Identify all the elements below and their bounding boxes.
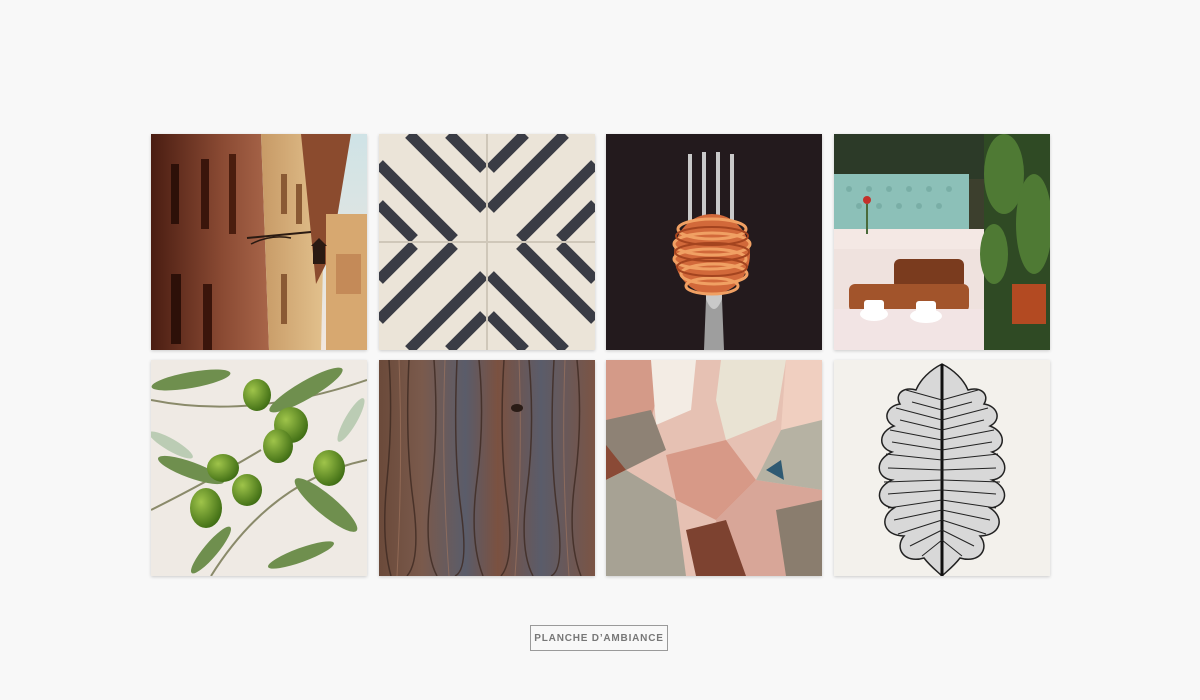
olive-photo [151,360,367,576]
image-tile-leaf[interactable] [833,360,1050,576]
cement-tile-photo [378,134,595,350]
abstract-painting [606,360,823,576]
image-tile-tiles[interactable] [378,134,595,350]
image-tile-restaurant[interactable] [833,134,1050,350]
image-tile-spaghetti[interactable] [606,134,823,350]
restaurant-photo [833,134,1050,350]
moodboard-page: PLANCHE D’AMBIANCE [0,0,1200,700]
moodboard-grid [151,134,1050,576]
wood-photo [378,360,595,576]
image-tile-olives[interactable] [151,360,367,576]
image-tile-wood[interactable] [378,360,595,576]
image-tile-street[interactable] [151,134,367,350]
street-photo [151,134,367,350]
leaf-drawing [833,360,1050,576]
spaghetti-photo [606,134,823,350]
moodboard-label-button[interactable]: PLANCHE D’AMBIANCE [530,625,668,651]
image-tile-abstract[interactable] [606,360,823,576]
moodboard-label: PLANCHE D’AMBIANCE [534,632,664,644]
